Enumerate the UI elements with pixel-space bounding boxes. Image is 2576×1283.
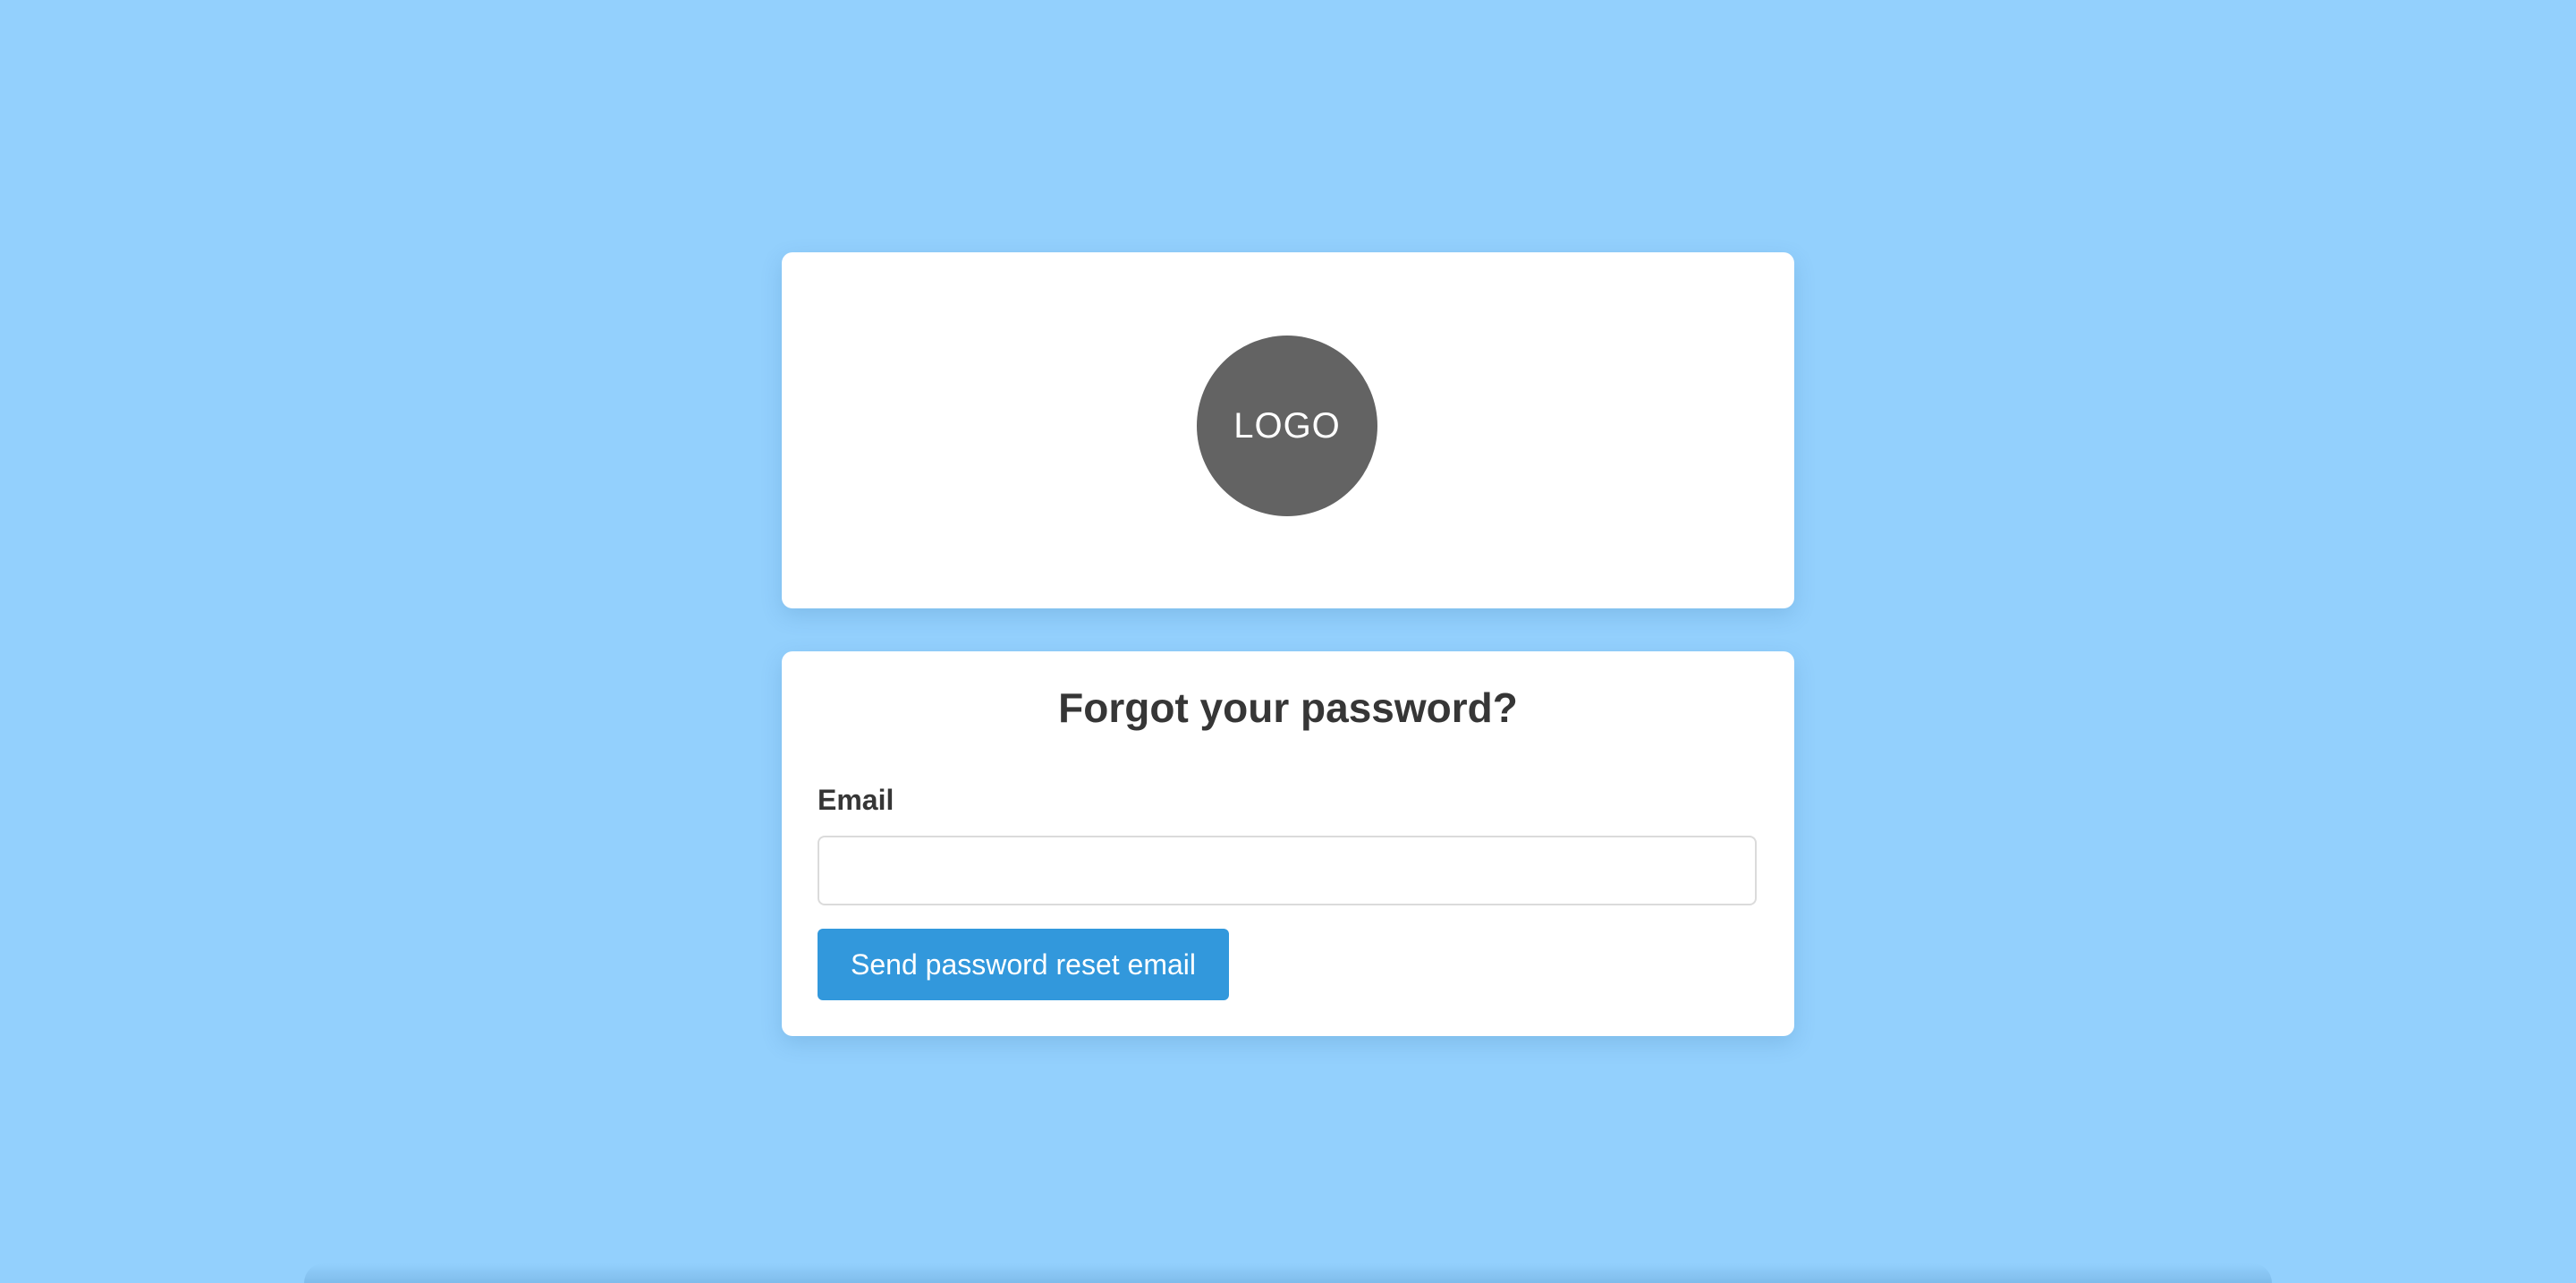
forgot-password-form: Forgot your password? Email Send passwor… <box>782 651 1794 1036</box>
email-field[interactable] <box>818 836 1757 905</box>
page: LOGO Forgot your password? Email Send pa… <box>0 0 2576 1283</box>
email-label: Email <box>818 784 894 816</box>
logo: LOGO <box>1197 336 1377 516</box>
logo-card: LOGO <box>782 252 1794 608</box>
send-reset-email-button[interactable]: Send password reset email <box>818 929 1229 1000</box>
form-title: Forgot your password? <box>1058 684 1518 731</box>
bottom-shadow <box>304 1263 2272 1283</box>
